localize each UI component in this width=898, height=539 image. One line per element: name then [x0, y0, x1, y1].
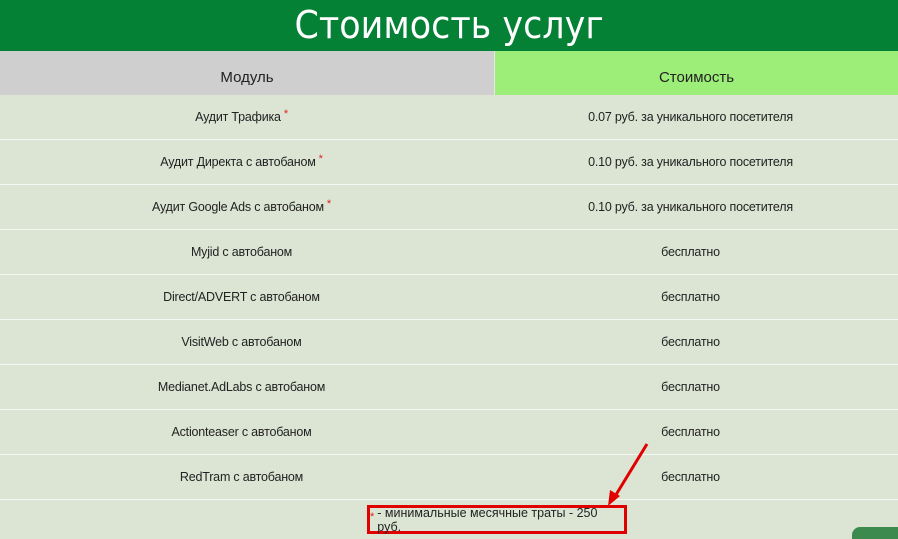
module-cell: Medianet.AdLabs с автобаном	[0, 365, 483, 409]
pricing-page: Стоимость услуг Модуль Стоимость Аудит Т…	[0, 0, 898, 539]
price-cell: 0.10 руб. за уникального посетителя	[588, 200, 793, 214]
module-cell: Direct/ADVERT с автобаном	[0, 275, 483, 319]
table-row: Аудит Google Ads с автобаном * 0.10 руб. з…	[0, 185, 898, 230]
required-star: *	[318, 153, 323, 165]
module-name: RedTram с автобаном	[179, 470, 304, 484]
module-name: Аудит Трафика	[195, 110, 281, 124]
module-cell: VisitWeb с автобаном	[0, 320, 483, 364]
price-cell: бесплатно	[661, 380, 720, 394]
module-cell: RedTram с автобаном	[0, 455, 483, 499]
table-row: Myjid с автобаном бесплатно	[0, 230, 898, 275]
title-bar: Стоимость услуг	[0, 0, 898, 51]
module-name: Myjid с автобаном	[190, 245, 293, 259]
module-name: Actionteaser с автобаном	[171, 425, 312, 439]
module-name: VisitWeb с автобаном	[181, 335, 302, 349]
price-cell: бесплатно	[661, 245, 720, 259]
price-cell: 0.10 руб. за уникального посетителя	[588, 155, 793, 169]
column-header-module: Модуль	[0, 51, 495, 95]
price-cell: 0.07 руб. за уникального посетителя	[588, 110, 793, 124]
table-row: Аудит Директа с автобаном * 0.10 руб. за у…	[0, 140, 898, 185]
required-star: *	[326, 198, 331, 210]
price-cell: бесплатно	[661, 335, 720, 349]
module-cell: Myjid с автобаном	[0, 230, 483, 274]
price-cell: бесплатно	[661, 470, 720, 484]
page-title: Стоимость услуг	[294, 2, 604, 47]
table-row: RedTram с автобаном бесплатно	[0, 455, 898, 500]
footnote-text: - минимальные месячные траты - 250 руб.	[377, 505, 598, 534]
table-header: Модуль Стоимость	[0, 51, 898, 95]
module-name: Medianet.AdLabs с автобаном	[157, 380, 326, 394]
footnote-star: *	[370, 510, 375, 523]
table-row: Medianet.AdLabs с автобаном бесплатно	[0, 365, 898, 410]
table-row: Actionteaser с автобаном бесплатно	[0, 410, 898, 455]
module-cell: Actionteaser с автобаном	[0, 410, 483, 454]
price-cell: бесплатно	[661, 425, 720, 439]
footnote-highlight: * - минимальные месячные траты - 250 руб…	[367, 505, 627, 534]
required-star: *	[283, 108, 288, 120]
table-row: Direct/ADVERT с автобаном бесплатно	[0, 275, 898, 320]
price-cell: бесплатно	[661, 290, 720, 304]
module-name: Direct/ADVERT с автобаном	[163, 290, 320, 304]
red-arrow-annotation	[608, 443, 649, 506]
module-cell: Аудит Google Ads с автобаном *	[0, 185, 483, 229]
module-cell: Аудит Директа с автобаном *	[0, 140, 483, 184]
table-row: VisitWeb с автобаном бесплатно	[0, 320, 898, 365]
module-name: Аудит Google Ads с автобаном	[152, 200, 324, 214]
corner-button[interactable]	[852, 527, 898, 539]
pricing-table-body: Аудит Трафика * 0.07 руб. за уникального п…	[0, 95, 898, 500]
table-row: Аудит Трафика * 0.07 руб. за уникального п…	[0, 95, 898, 140]
module-name: Аудит Директа с автобаном	[160, 155, 316, 169]
module-cell: Аудит Трафика *	[0, 95, 483, 139]
column-header-price: Стоимость	[495, 51, 898, 95]
